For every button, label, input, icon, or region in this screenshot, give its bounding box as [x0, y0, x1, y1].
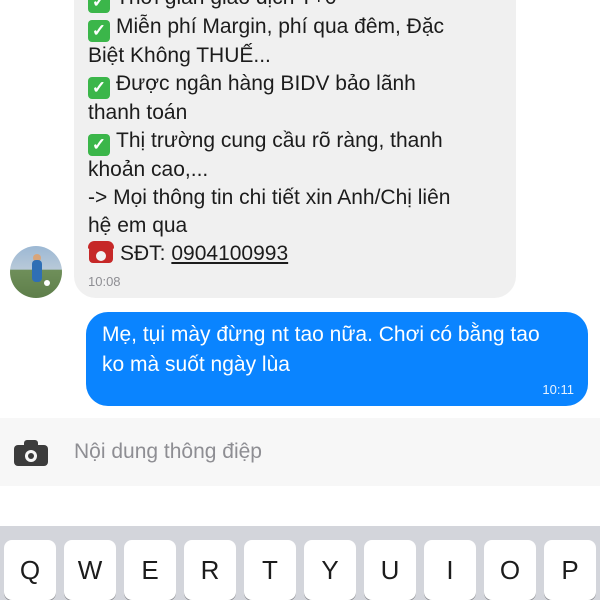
incoming-message-text: ✓Thời gian giao dịch T+0 ✓Miễn phí Margi…: [88, 0, 508, 268]
message-line: ✓ Miễn phí Margin, phí qua đêm, Đặc: [88, 13, 508, 42]
key-u[interactable]: U: [364, 540, 416, 600]
check-mark-icon: ✓: [88, 134, 110, 156]
phone-line: SĐT: 0904100993: [88, 240, 508, 268]
telephone-icon: [88, 241, 114, 263]
key-r[interactable]: R: [184, 540, 236, 600]
message-input[interactable]: [74, 434, 574, 470]
key-q[interactable]: Q: [4, 540, 56, 600]
chat-area: ✓Thời gian giao dịch T+0 ✓Miễn phí Margi…: [0, 0, 600, 418]
message-line: Mẹ, tụi mày đừng nt tao nữa. Chơi có bằn…: [102, 323, 540, 346]
outgoing-message-time: 10:11: [542, 382, 574, 397]
message-line: ko mà suốt ngày lùa: [102, 353, 290, 376]
message-line: Biệt Không THUẾ...: [88, 44, 271, 67]
key-w[interactable]: W: [64, 540, 116, 600]
phone-label: SĐT:: [120, 242, 166, 265]
check-mark-icon: ✓: [88, 77, 110, 99]
keyboard: Q W E R T Y U I O P: [0, 526, 600, 600]
message-line: hệ em qua: [88, 214, 188, 237]
phone-number-link[interactable]: 0904100993: [171, 242, 288, 265]
message-line: -> Mọi thông tin chi tiết xin Anh/Chị li…: [88, 186, 451, 209]
avatar[interactable]: [10, 246, 62, 298]
message-composer: [0, 418, 600, 486]
camera-icon[interactable]: [14, 440, 48, 466]
key-i[interactable]: I: [424, 540, 476, 600]
keyboard-spacer: [0, 486, 600, 526]
message-line: khoản cao,...: [88, 158, 209, 181]
key-p[interactable]: P: [544, 540, 596, 600]
key-e[interactable]: E: [124, 540, 176, 600]
message-line: thanh toán: [88, 101, 188, 124]
check-mark-icon: ✓: [88, 0, 110, 13]
message-line: ✓ Thị trường cung cầu rõ ràng, thanh: [88, 127, 508, 156]
key-t[interactable]: T: [244, 540, 296, 600]
incoming-message-time: 10:08: [88, 274, 121, 289]
check-mark-icon: ✓: [88, 20, 110, 42]
key-y[interactable]: Y: [304, 540, 356, 600]
message-line: ✓ Được ngân hàng BIDV bảo lãnh: [88, 70, 508, 99]
message-line: ✓Thời gian giao dịch T+0: [88, 0, 508, 13]
key-o[interactable]: O: [484, 540, 536, 600]
outgoing-message-text: Mẹ, tụi mày đừng nt tao nữa. Chơi có bằn…: [102, 320, 580, 380]
